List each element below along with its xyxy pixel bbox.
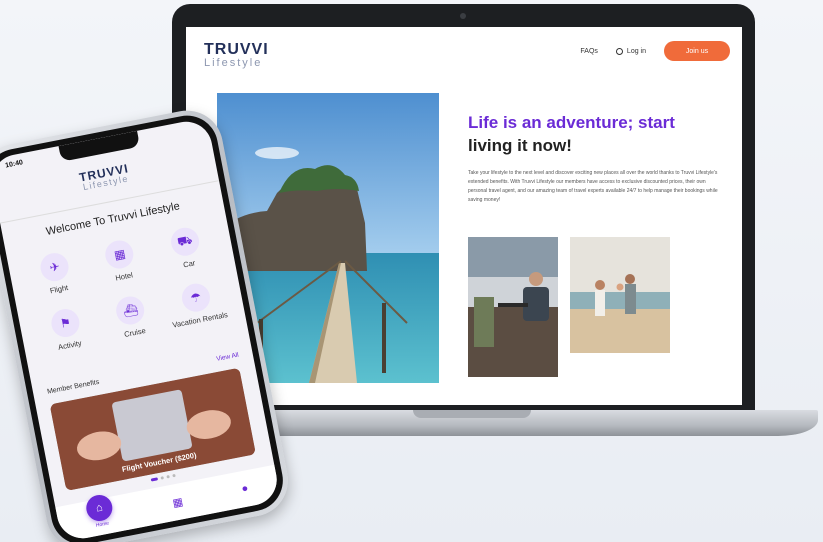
site-logo[interactable]: TRUVVI Lifestyle: [204, 41, 269, 69]
tab-profile[interactable]: ●: [241, 482, 250, 495]
hero-body: Take your lifestyle to the next level an…: [468, 170, 718, 203]
photo-lounge-traveler: [468, 237, 558, 377]
tab-home-label: Home: [95, 519, 110, 529]
site-nav: FAQs Log in Join us: [580, 41, 730, 61]
service-cruise[interactable]: ⛴ Cruise: [95, 290, 168, 343]
logo-sub: Lifestyle: [204, 57, 263, 69]
camera-icon: [460, 13, 466, 19]
service-label: Car: [182, 258, 197, 270]
car-icon: ⛟: [168, 225, 202, 259]
services-grid: ✈ Flight ▦ Hotel ⛟ Car ⚑ Activity ⛴ Crui…: [19, 222, 233, 356]
service-label: Hotel: [114, 270, 134, 283]
stage: TRUVVI Lifestyle FAQs Log in Join us Lif…: [0, 0, 823, 542]
carousel-dot[interactable]: [166, 475, 170, 479]
hero-title: Life is an adventure; start living it no…: [468, 111, 718, 157]
nav-faqs-link[interactable]: FAQs: [580, 48, 598, 55]
laptop-screen: TRUVVI Lifestyle FAQs Log in Join us Lif…: [186, 27, 742, 405]
service-label: Vacation Rentals: [171, 310, 229, 330]
service-activity[interactable]: ⚑ Activity: [30, 303, 103, 356]
status-time: 10:40: [4, 159, 24, 170]
service-car[interactable]: ⛟ Car: [150, 222, 223, 275]
service-label: Activity: [57, 338, 83, 352]
beach-umbrella-icon: ☂: [179, 281, 213, 315]
login-label: Log in: [626, 47, 646, 55]
activity-icon: ⚑: [49, 306, 82, 340]
carousel-dot[interactable]: [172, 473, 176, 478]
tab-home[interactable]: ⌂ Home: [83, 492, 116, 530]
hero-title-accent: Life is an adventure; start: [468, 113, 675, 132]
photo-beach-family: [570, 237, 670, 353]
service-flight[interactable]: ✈ Flight: [19, 247, 92, 300]
hero-title-rest: living it now!: [468, 136, 572, 155]
person-icon: ●: [240, 482, 250, 496]
plane-icon: ✈: [38, 250, 72, 284]
carousel-dot[interactable]: [150, 477, 159, 482]
carousel-dot[interactable]: [160, 476, 164, 480]
cruise-icon: ⛴: [114, 293, 148, 327]
service-vacation-rentals[interactable]: ☂ Vacation Rentals: [161, 278, 234, 331]
view-all-link[interactable]: View All: [216, 352, 240, 363]
home-icon: ⌂: [83, 492, 115, 523]
tab-bookings[interactable]: ▦: [171, 495, 185, 510]
service-hotel[interactable]: ▦ Hotel: [85, 234, 158, 287]
laptop-trackpad-notch: [413, 410, 531, 418]
service-label: Flight: [49, 282, 69, 296]
join-button[interactable]: Join us: [664, 41, 730, 61]
nav-login-link[interactable]: Log in: [615, 47, 646, 55]
hotel-icon: ▦: [103, 238, 137, 271]
service-label: Cruise: [123, 325, 147, 339]
benefits-title: Member Benefits: [46, 378, 100, 396]
calendar-icon: ▦: [171, 495, 185, 510]
user-icon: [615, 47, 623, 55]
